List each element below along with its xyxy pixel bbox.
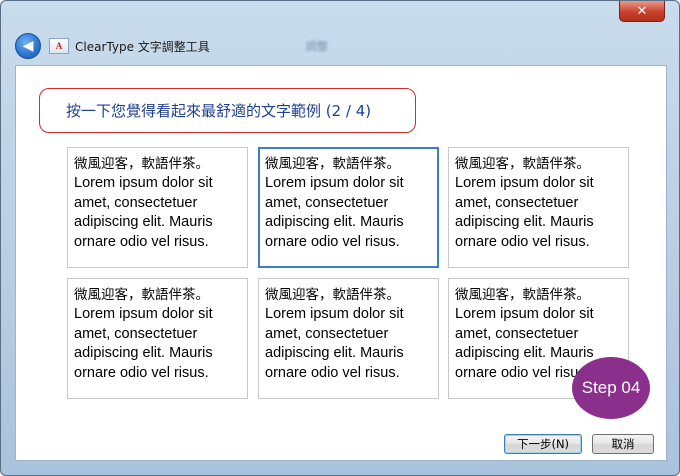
sample-latin-text: Lorem ipsum dolor sit amet, consectetuer… (265, 175, 404, 250)
sample-cjk-text: 微風迎客，軟語伴茶。 (265, 156, 400, 172)
step-badge-text: Step 04 (581, 378, 641, 397)
close-button[interactable]: ✕ (619, 1, 665, 22)
cancel-button[interactable]: 取消 (592, 434, 654, 454)
header-row: ◀ A ClearType 文字調整工具 調整 (15, 31, 665, 61)
close-icon: ✕ (636, 3, 648, 19)
sample-cjk-text: 微風迎客，軟語伴茶。 (455, 156, 590, 172)
sample-cjk-text: 微風迎客，軟語伴茶。 (74, 287, 209, 303)
sample-latin-text: Lorem ipsum dolor sit amet, consectetuer… (455, 175, 594, 250)
instruction-prompt: 按一下您覺得看起來最舒適的文字範例 (2 / 4) (39, 88, 416, 133)
sample-cjk-text: 微風迎客，軟語伴茶。 (74, 156, 209, 172)
sample-latin-text: Lorem ipsum dolor sit amet, consectetuer… (74, 306, 213, 381)
window-title: ClearType 文字調整工具 (75, 39, 210, 54)
content-panel: 按一下您覺得看起來最舒適的文字範例 (2 / 4) 微風迎客，軟語伴茶。 Lor… (15, 65, 667, 461)
blurred-title-text: 調整 (305, 40, 328, 53)
back-button[interactable]: ◀ (15, 33, 41, 59)
cancel-button-label: 取消 (611, 437, 635, 451)
button-bar: 下一步(N) 取消 (15, 429, 665, 459)
sample-latin-text: Lorem ipsum dolor sit amet, consectetuer… (74, 175, 213, 250)
text-sample-2[interactable]: 微風迎客，軟語伴茶。 Lorem ipsum dolor sit amet, c… (258, 147, 439, 268)
text-sample-5[interactable]: 微風迎客，軟語伴茶。 Lorem ipsum dolor sit amet, c… (258, 278, 439, 399)
step-badge: Step 04 (572, 357, 650, 419)
cleartype-app-icon: A (49, 38, 69, 54)
instruction-text: 按一下您覺得看起來最舒適的文字範例 (2 / 4) (66, 102, 372, 120)
sample-cjk-text: 微風迎客，軟語伴茶。 (455, 287, 590, 303)
sample-cjk-text: 微風迎客，軟語伴茶。 (265, 287, 400, 303)
next-button[interactable]: 下一步(N) (504, 434, 582, 454)
text-sample-4[interactable]: 微風迎客，軟語伴茶。 Lorem ipsum dolor sit amet, c… (67, 278, 248, 399)
text-sample-1[interactable]: 微風迎客，軟語伴茶。 Lorem ipsum dolor sit amet, c… (67, 147, 248, 268)
next-button-label: 下一步(N) (516, 437, 570, 451)
sample-latin-text: Lorem ipsum dolor sit amet, consectetuer… (265, 306, 404, 381)
text-sample-3[interactable]: 微風迎客，軟語伴茶。 Lorem ipsum dolor sit amet, c… (448, 147, 629, 268)
back-arrow-icon: ◀ (22, 38, 34, 54)
